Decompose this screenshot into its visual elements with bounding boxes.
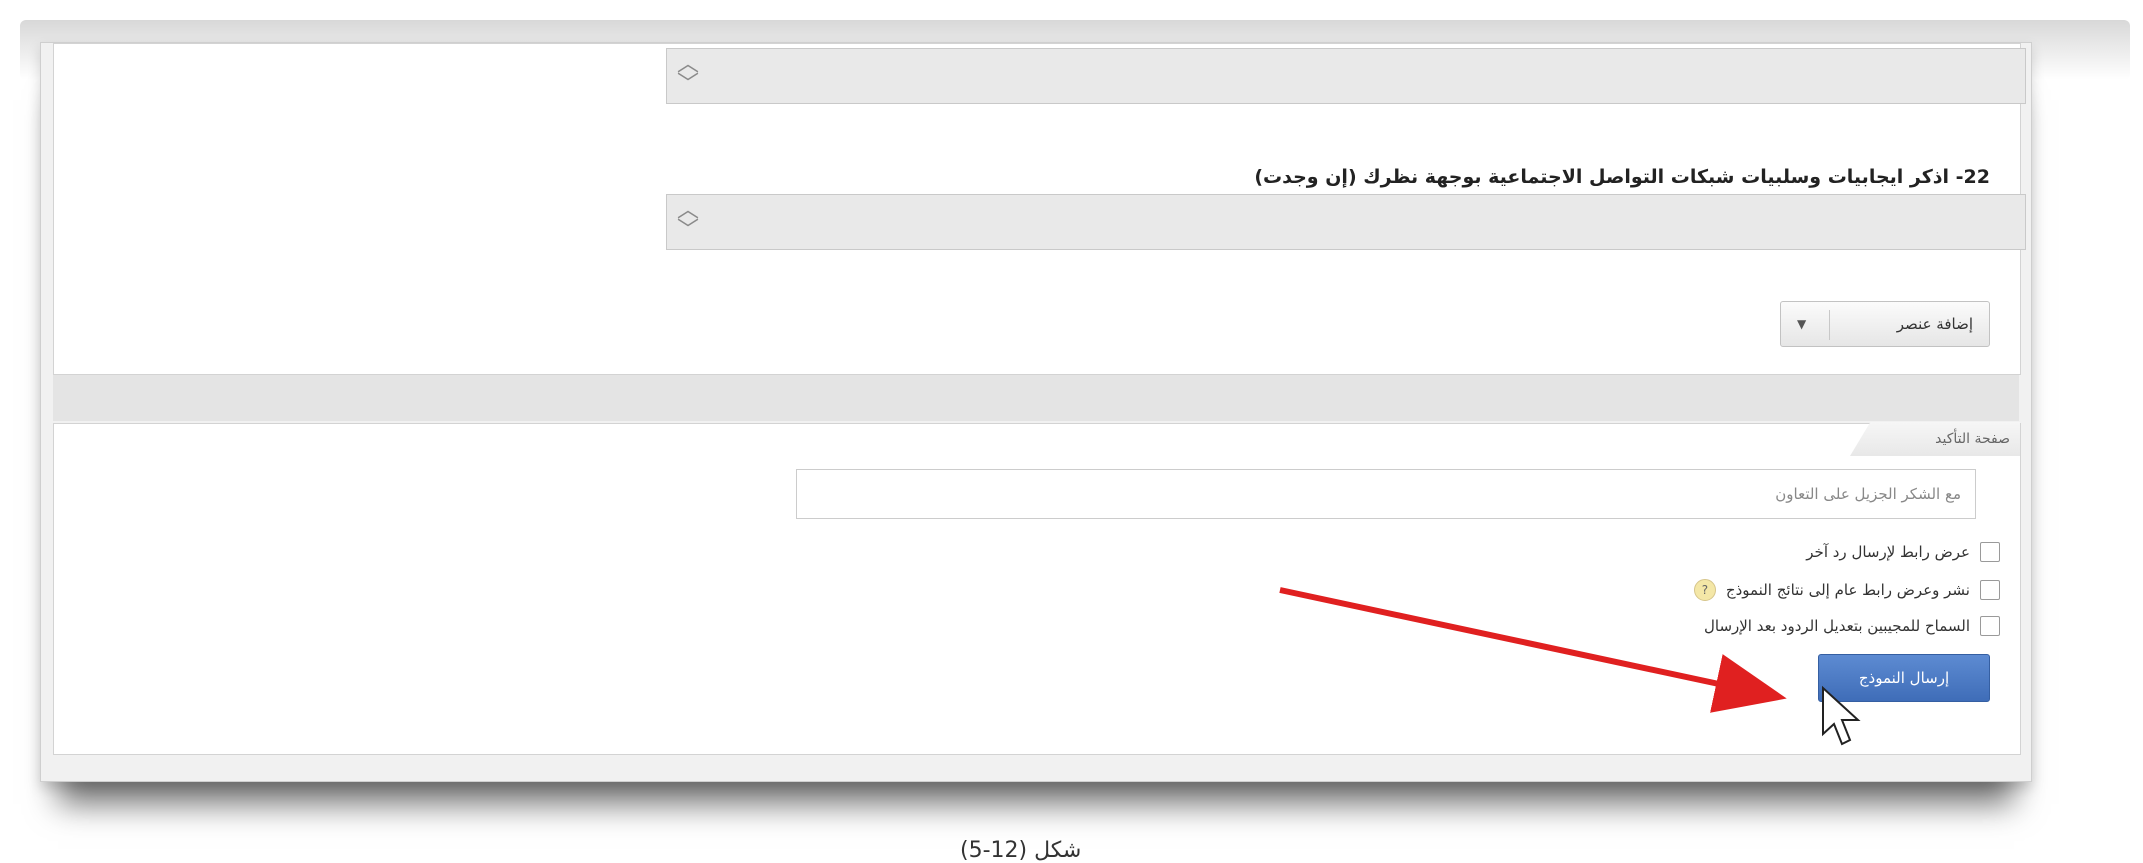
form-editor-window: ︿ ﹀ 22- اذكر ايجابيات وسلبيات شبكات التوا… [40, 42, 2032, 782]
option-label: السماح للمجيبين بتعديل الردود بعد الإرسا… [1703, 617, 1970, 635]
question-22-textarea[interactable]: ︿ ﹀ [666, 194, 2026, 250]
figure-caption: شكل (12-5) [960, 838, 1082, 863]
option-publish-results[interactable]: نشر وعرض رابط عام إلى نتائج النموذج ? [1693, 579, 2000, 601]
button-separator [1829, 310, 1830, 340]
confirmation-message-field[interactable]: مع الشكر الجزيل على التعاون [796, 469, 1976, 519]
add-item-label: إضافة عنصر [1896, 315, 1973, 333]
add-item-button[interactable]: إضافة عنصر ▼ [1780, 301, 1990, 347]
option-label: نشر وعرض رابط عام إلى نتائج النموذج [1725, 581, 1970, 599]
resize-spinner-icon: ︿ ﹀ [676, 198, 699, 243]
option-another-response[interactable]: عرض رابط لإرسال رد آخر [1806, 542, 2000, 562]
help-icon[interactable]: ? [1693, 579, 1716, 601]
submit-form-button[interactable]: إرسال النموذج [1818, 654, 1990, 702]
checkbox[interactable] [1980, 542, 2000, 562]
resize-spinner-icon: ︿ ﹀ [676, 52, 699, 97]
checkbox[interactable] [1980, 616, 2000, 636]
chevron-down-icon: ▼ [1797, 317, 1807, 331]
confirmation-panel: صفحة التأكيد مع الشكر الجزيل على التعاون… [53, 422, 2021, 755]
questions-panel: ︿ ﹀ 22- اذكر ايجابيات وسلبيات شبكات التوا… [53, 43, 2026, 375]
question-22-title: 22- اذكر ايجابيات وسلبيات شبكات التواصل … [1254, 166, 1990, 188]
confirmation-page-tab: صفحة التأكيد [1850, 422, 2020, 456]
section-divider [53, 375, 2019, 421]
previous-answer-textarea[interactable]: ︿ ﹀ [666, 48, 2026, 104]
checkbox[interactable] [1980, 580, 2000, 600]
option-label: عرض رابط لإرسال رد آخر [1806, 543, 1970, 561]
option-edit-responses[interactable]: السماح للمجيبين بتعديل الردود بعد الإرسا… [1704, 616, 2000, 636]
